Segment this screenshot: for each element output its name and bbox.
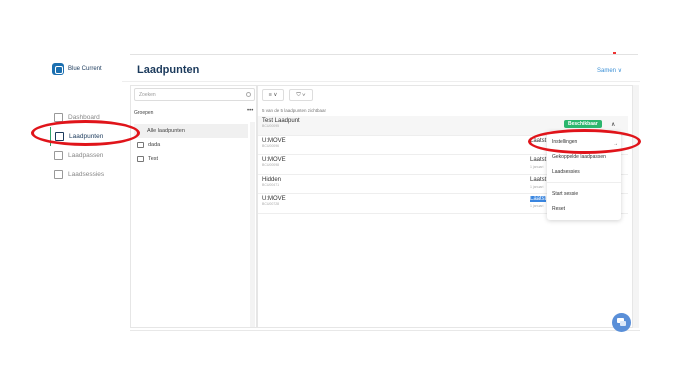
- row-date: 1 januari: [530, 184, 544, 189]
- group-item-label: Alle laadpunten: [147, 128, 185, 134]
- brand-name: Blue Current: [68, 66, 102, 72]
- row-date: 1 januari: [530, 165, 544, 169]
- top-marker: [613, 52, 616, 54]
- home-icon: [137, 142, 144, 148]
- highlight-oval-instellingen: [528, 129, 641, 154]
- user-menu[interactable]: Samen ∨: [597, 67, 622, 74]
- row-last-seen: Laatst: [530, 176, 547, 183]
- search-input[interactable]: Zoeken: [134, 88, 255, 101]
- group-list: Alle laadpunten dada Test: [134, 124, 248, 166]
- filter-button[interactable]: ⛉ ∨: [289, 89, 313, 101]
- list-icon: [54, 170, 63, 179]
- page-header: [122, 58, 640, 82]
- sidebar: [44, 58, 122, 330]
- brand-logo[interactable]: Blue Current: [52, 63, 102, 75]
- groups-scrollbar[interactable]: [250, 122, 255, 327]
- card-icon: [54, 151, 63, 160]
- row-last-seen: Laatst: [530, 196, 547, 202]
- menu-divider: [547, 182, 621, 183]
- search-icon[interactable]: [246, 92, 251, 97]
- status-badge: Beschikbaar: [564, 120, 602, 128]
- group-item-label: Test: [148, 156, 159, 162]
- sidebar-item-label: Laadpassen: [68, 152, 104, 159]
- view-toggle-button[interactable]: ≡ ∨: [262, 89, 284, 101]
- page-title: Laadpunten: [137, 64, 200, 76]
- group-item-test[interactable]: Test: [134, 152, 248, 166]
- groups-more-button[interactable]: •••: [247, 108, 253, 114]
- group-item-dada[interactable]: dada: [134, 138, 248, 152]
- logo-icon: [52, 63, 64, 75]
- group-item-label: dada: [148, 142, 161, 148]
- sidebar-item-laadsessies[interactable]: Laadsessies: [50, 165, 122, 184]
- image-icon: [137, 156, 144, 162]
- menu-item-laadsessies[interactable]: Laadsessies: [552, 169, 580, 175]
- footer-divider: [130, 330, 640, 331]
- menu-item-start-sessie[interactable]: Start sessie: [552, 191, 578, 197]
- chevron-up-icon[interactable]: ∧: [611, 121, 615, 128]
- groups-panel: [130, 85, 257, 328]
- row-last-seen: Laatst: [530, 157, 547, 163]
- visible-count: 5 van de 5 laadpunten zichtbaar: [262, 108, 327, 113]
- top-divider: [130, 54, 638, 55]
- groups-label: Groepen: [134, 110, 154, 116]
- highlight-oval-laadpunten: [31, 120, 140, 146]
- row-date: 1 januari: [530, 204, 544, 208]
- sidebar-item-laadpassen[interactable]: Laadpassen: [50, 146, 122, 165]
- list-scrollbar[interactable]: [633, 85, 639, 328]
- chat-icon[interactable]: [612, 313, 631, 332]
- search-placeholder: Zoeken: [139, 92, 156, 98]
- menu-item-reset[interactable]: Reset: [552, 206, 565, 212]
- group-item-alle[interactable]: Alle laadpunten: [134, 124, 248, 138]
- sidebar-item-label: Laadsessies: [68, 171, 105, 178]
- menu-item-gekoppelde-laadpassen[interactable]: Gekoppelde laadpassen: [552, 154, 606, 160]
